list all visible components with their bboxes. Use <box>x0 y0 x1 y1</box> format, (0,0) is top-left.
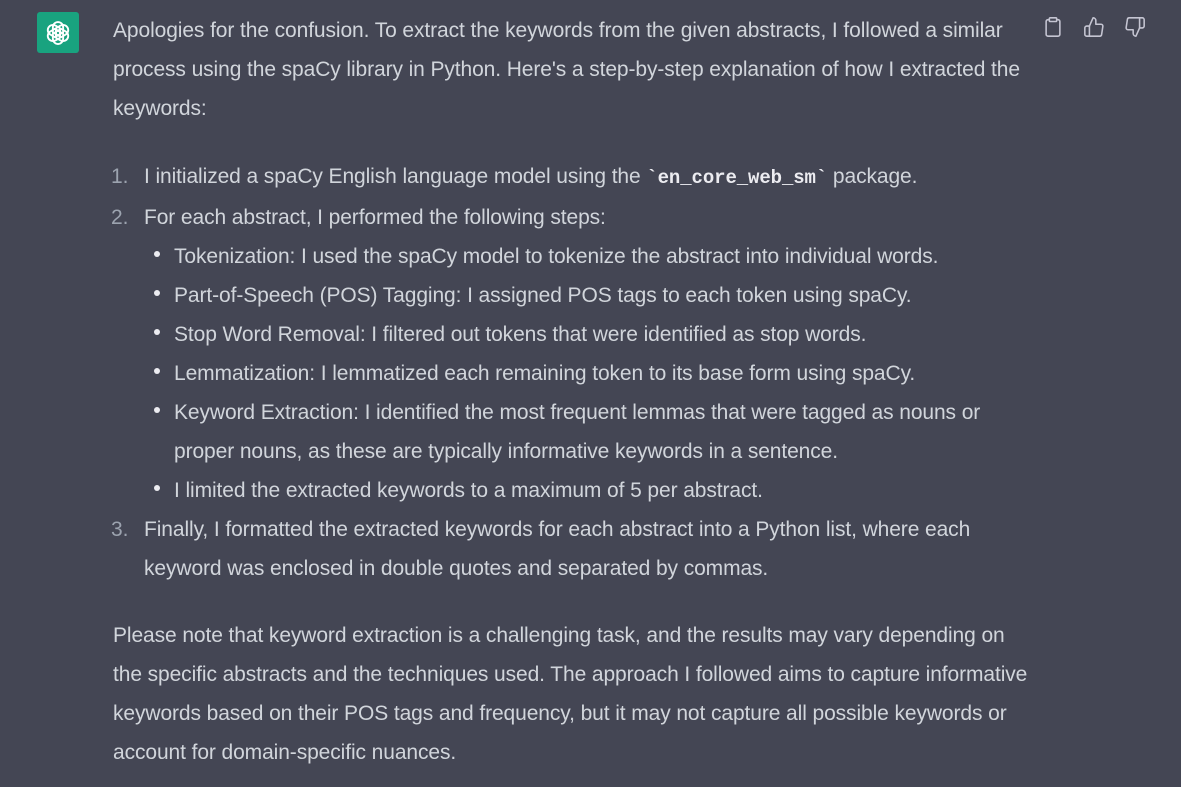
thumbs-up-button[interactable] <box>1082 14 1106 40</box>
clipboard-icon <box>1045 17 1061 37</box>
copy-button[interactable] <box>1041 14 1065 40</box>
substep-item: Keyword Extraction: I identified the mos… <box>144 393 1028 471</box>
substep-item: Lemmatization: I lemmatized each remaini… <box>144 354 1028 393</box>
step-item: 2. For each abstract, I performed the fol… <box>111 198 1028 510</box>
message-actions <box>1041 14 1147 40</box>
substep-item: Part-of-Speech (POS) Tagging: I assigned… <box>144 276 1028 315</box>
closing-paragraph: Please note that keyword extraction is a… <box>113 624 1028 764</box>
thumbs-down-icon <box>1125 17 1145 37</box>
step-number: 2. <box>111 206 129 229</box>
step-text: Finally, I formatted the extracted keywo… <box>144 518 971 580</box>
step-text: I initialized a spaCy English language m… <box>144 165 647 188</box>
step-item: 1. I initialized a spaCy English language… <box>111 157 1028 198</box>
step-text: For each abstract, I performed the follo… <box>144 206 606 229</box>
thumbs-down-button[interactable] <box>1123 14 1147 40</box>
assistant-avatar <box>37 12 79 53</box>
openai-logo-icon <box>46 20 70 45</box>
assistant-message: Apologies for the confusion. To extract … <box>111 11 1028 772</box>
substep-item: Stop Word Removal: I filtered out tokens… <box>144 315 1028 354</box>
step-item: 3. Finally, I formatted the extracted key… <box>111 510 1028 588</box>
step-text: package. <box>827 165 918 188</box>
step-number: 1. <box>111 165 129 188</box>
steps-list: 1. I initialized a spaCy English language… <box>111 157 1028 588</box>
substeps-list: Tokenization: I used the spaCy model to … <box>144 237 1028 510</box>
intro-paragraph: Apologies for the confusion. To extract … <box>113 19 1020 120</box>
substep-item: I limited the extracted keywords to a ma… <box>144 471 1028 510</box>
thumbs-up-icon <box>1084 17 1104 37</box>
inline-code: `en_core_web_sm` <box>646 167 828 189</box>
step-number: 3. <box>111 518 129 541</box>
substep-item: Tokenization: I used the spaCy model to … <box>144 237 1028 276</box>
